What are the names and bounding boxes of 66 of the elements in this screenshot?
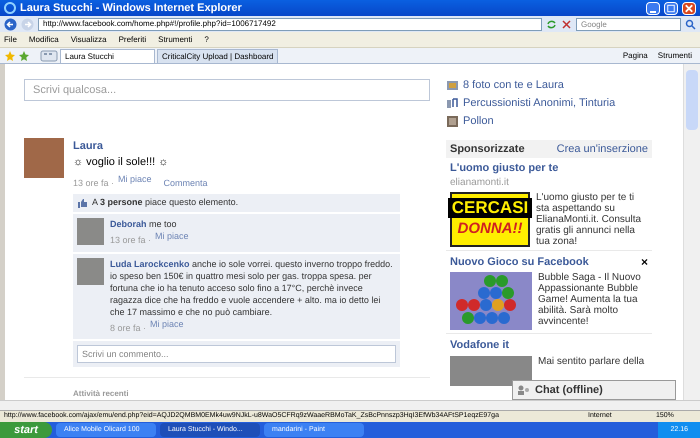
ad-text: Mai sentito parlare della xyxy=(538,356,644,368)
start-button[interactable]: start xyxy=(0,422,52,438)
horizontal-scrollbar[interactable] xyxy=(0,400,700,410)
section-heading: Attività recenti xyxy=(73,388,130,400)
maximize-button[interactable] xyxy=(664,2,678,14)
people-icon xyxy=(517,385,531,395)
close-button[interactable] xyxy=(682,2,696,14)
ad-title[interactable]: L'uomo giusto per te xyxy=(450,160,558,176)
star-icon xyxy=(4,50,16,62)
browser-tab[interactable]: Laura Stucchi xyxy=(60,49,155,63)
ad-title[interactable]: Vodafone it xyxy=(450,337,510,354)
photo-placeholder xyxy=(77,258,104,284)
address-field[interactable]: http://www.facebook.com/home.php#!/profile.php?id=1006717492 xyxy=(38,18,542,30)
sidebar-link[interactable]: Pollon xyxy=(463,112,494,130)
post-text: ☼ voglio il sole!!! ☼ xyxy=(73,155,170,170)
timestamp: 13 ore fa · xyxy=(73,176,114,190)
ad-text: L'uomo giusto per te ti sta aspettando su ElianaMonti.it. Consulta gratis gli annunci nella tua zona! xyxy=(536,192,642,246)
author-name[interactable]: Laura xyxy=(73,138,430,154)
photo-placeholder xyxy=(77,218,104,245)
comment-text: Luda Larockcenko anche io sole vorrei. questo inverno troppo freddo. io speso ben 150€ in quattro mesi solo per gas. troppa spesa. per fortuna che io ha tenuto acceso solo fino a 17°C, perchè invece ragazza dice che ha freddo e vuole accendere + alto. ma io detto lei che 17 massimo e che no può cambiare. xyxy=(110,258,394,318)
comment-link[interactable]: Commenta xyxy=(164,176,208,190)
comment-input-field[interactable]: Scrivi un commento... xyxy=(77,345,396,363)
menu-item[interactable]: File xyxy=(4,34,17,46)
film-icon xyxy=(446,114,459,128)
ad-text: Bubble Saga - Il Nuovo Appassionante Bubble Game! Aumenta la tua abilità. Sarà molto avvincente! xyxy=(538,272,642,329)
back-icon xyxy=(4,18,17,30)
post-input-field[interactable]: Scrivi qualcosa... xyxy=(24,79,430,100)
tab-list-icon xyxy=(40,50,58,62)
menu-item[interactable]: Strumenti xyxy=(158,34,192,46)
menu-item[interactable]: ? xyxy=(204,34,209,46)
toolbar-button[interactable]: Strumenti xyxy=(654,50,696,62)
likes-text: A 3 persone piace questo elemento. xyxy=(92,196,238,210)
sidebar-link[interactable]: Percussionisti Anonimi, Tinturia xyxy=(463,94,616,112)
minimize-button[interactable] xyxy=(646,2,660,14)
minimize-icon xyxy=(650,10,656,12)
photo-placeholder xyxy=(24,138,64,178)
create-ad-link[interactable]: Crea un'inserzione xyxy=(556,140,648,158)
refresh-icon xyxy=(546,18,557,30)
add-favorite-icon xyxy=(18,50,30,62)
timestamp: 13 ore fa · xyxy=(110,234,152,247)
ad-title[interactable]: Nuovo Gioco su Facebook xyxy=(450,254,589,270)
browser-icon xyxy=(4,2,16,14)
thumbs-up-icon xyxy=(77,198,88,208)
banner-text: CERCASI xyxy=(448,198,532,218)
search-field[interactable]: Google xyxy=(576,18,681,30)
comment-text: Deborah me too xyxy=(110,218,178,230)
menu-item[interactable]: Preferiti xyxy=(118,34,146,46)
search-icon xyxy=(685,18,696,30)
banner-text: DONNA!! xyxy=(458,218,522,239)
like-link[interactable]: Mi piace xyxy=(118,172,152,186)
window-title: Laura Stucchi - Windows Internet Explorer xyxy=(20,0,243,16)
menu-item[interactable]: Visualizza xyxy=(70,34,107,46)
menu-item[interactable]: Modifica xyxy=(28,34,59,46)
timestamp: 8 ore fa · xyxy=(110,322,146,334)
close-icon xyxy=(561,18,572,30)
vertical-scrollbar[interactable] xyxy=(683,64,700,400)
music-note-icon xyxy=(446,96,459,110)
toolbar-button[interactable]: Pagina xyxy=(618,50,652,62)
forward-icon xyxy=(21,18,34,30)
section-title: Sponsorizzate xyxy=(450,142,525,157)
ad-domain: elianamonti.it xyxy=(450,176,510,190)
sidebar-link[interactable]: 8 foto con te e Laura xyxy=(463,76,564,94)
browser-tab[interactable]: CriticalCity Upload | Dashboard xyxy=(157,49,278,63)
photo-icon xyxy=(446,78,459,92)
chat-bar[interactable]: Chat (offline) xyxy=(512,380,676,400)
close-button[interactable]: × xyxy=(640,256,648,268)
